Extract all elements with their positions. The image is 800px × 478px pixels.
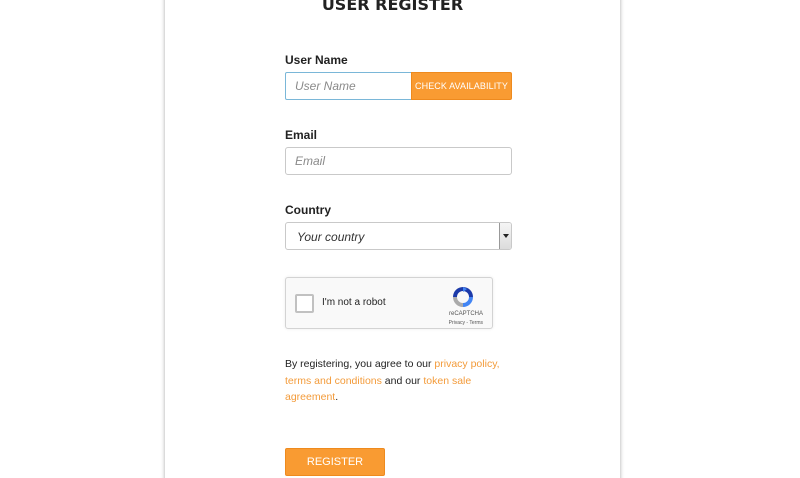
recaptcha-widget: I'm not a robot reCAPTCHA Privacy - Term… <box>285 277 493 329</box>
check-availability-button[interactable]: CHECK AVAILABILITY <box>411 72 512 100</box>
recaptcha-privacy-link[interactable]: Privacy <box>449 320 465 326</box>
recaptcha-label: I'm not a robot <box>322 297 386 308</box>
recaptcha-checkbox[interactable] <box>295 294 314 313</box>
terms-conditions-link[interactable]: terms and conditions <box>285 375 382 387</box>
recaptcha-links: Privacy - Terms <box>449 320 483 326</box>
page-title: USER REGISTER <box>321 0 464 14</box>
recaptcha-terms-link[interactable]: Terms <box>469 320 483 326</box>
agreement-suffix: . <box>335 391 339 403</box>
register-card: USER REGISTER User Name CHECK AVAILABILI… <box>165 0 620 478</box>
privacy-policy-link[interactable]: privacy policy, <box>434 358 499 370</box>
country-select-value: Your country <box>297 230 365 244</box>
username-label: User Name <box>285 53 348 67</box>
username-input[interactable] <box>285 72 412 100</box>
email-label: Email <box>285 128 318 142</box>
agreement-text: By registering, you agree to our privacy… <box>285 356 500 406</box>
agreement-middle: and our <box>381 374 424 387</box>
register-button[interactable]: REGISTER <box>285 448 385 476</box>
recaptcha-brand: reCAPTCHA <box>448 311 483 317</box>
country-label: Country <box>285 203 331 217</box>
chevron-down-icon[interactable] <box>499 223 511 249</box>
recaptcha-logo-icon <box>453 287 473 307</box>
country-select[interactable]: Your country <box>285 222 512 250</box>
agreement-prefix: By registering, you agree to our <box>285 358 435 370</box>
email-input[interactable] <box>285 147 512 175</box>
